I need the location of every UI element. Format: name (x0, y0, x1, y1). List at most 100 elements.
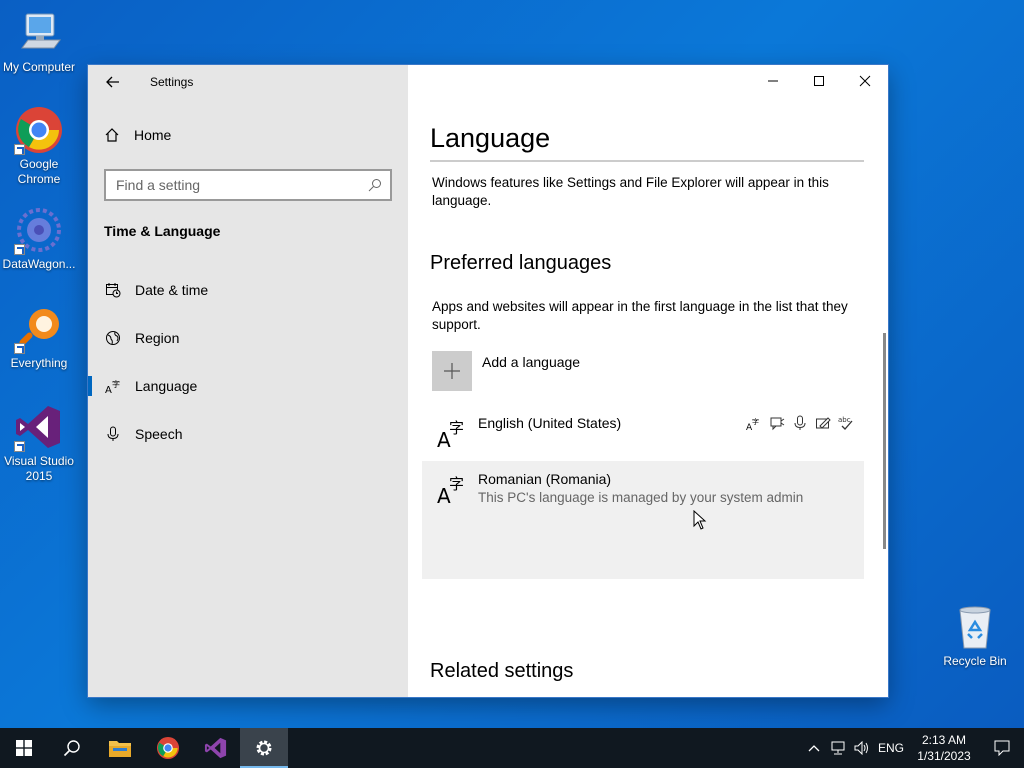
microphone-icon (107, 426, 119, 441)
shortcut-arrow-icon (14, 343, 25, 354)
handwriting-icon (815, 415, 831, 431)
preferred-languages-heading: Preferred languages (430, 252, 612, 274)
volume-button[interactable] (850, 728, 874, 768)
language-managed-note: This PC's language is managed by your sy… (478, 490, 804, 505)
nav-item-region[interactable]: Region (88, 320, 408, 356)
nav-item-label: Date & time (135, 282, 209, 298)
desktop-icon-label: Recycle Bin (943, 654, 1007, 668)
svg-text:字: 字 (752, 417, 759, 426)
language-row-english[interactable]: A 字 English (United States) A字 abc (422, 405, 864, 461)
mouse-cursor-icon (693, 510, 707, 530)
svg-text:字: 字 (449, 475, 464, 493)
desktop-icon-label: DataWagon... (2, 257, 76, 271)
add-language-label: Add a language (482, 354, 581, 370)
search-input[interactable]: Find a setting (104, 169, 392, 201)
clock[interactable]: 2:13 AM 1/31/2023 (908, 732, 980, 764)
network-button[interactable] (826, 728, 850, 768)
nav-item-label: Region (135, 330, 180, 346)
nav-home-label: Home (134, 127, 172, 143)
calendar-clock-icon (106, 283, 121, 298)
desktop-icon-datawagon[interactable]: DataWagon... (0, 205, 78, 272)
close-button[interactable] (842, 65, 888, 97)
home-icon (105, 128, 119, 142)
app-title: Settings (150, 75, 194, 89)
notification-icon (994, 740, 1010, 756)
volume-icon (854, 741, 868, 755)
desktop-icon-label: Google Chrome (17, 157, 61, 186)
shortcut-arrow-icon (14, 244, 25, 255)
input-language-indicator[interactable]: ENG (874, 728, 908, 768)
nav-item-language[interactable]: A 字 Language (88, 368, 408, 404)
search-placeholder: Find a setting (116, 177, 201, 193)
clock-date: 1/31/2023 (917, 749, 971, 763)
minimize-button[interactable] (750, 65, 796, 97)
plus-icon (432, 351, 472, 391)
taskbar-settings[interactable] (240, 728, 288, 768)
visual-studio-icon (14, 402, 64, 452)
desktop-icon-visual-studio[interactable]: Visual Studio 2015 (0, 402, 78, 484)
language-icon: A 字 (105, 379, 120, 394)
chrome-icon (14, 105, 64, 155)
nav-item-date-time[interactable]: Date & time (88, 272, 408, 308)
globe-icon (106, 331, 120, 345)
clock-time: 2:13 AM (921, 733, 967, 747)
recycle-bin-icon (950, 602, 1000, 652)
computer-icon (14, 8, 64, 58)
magnifier-search-icon (14, 304, 64, 354)
desktop-icon-label: My Computer (2, 60, 76, 74)
desktop-icon-label: Everything (10, 356, 68, 370)
settings-gear-icon (256, 740, 272, 756)
taskbar-search-button[interactable] (48, 728, 96, 768)
taskbar: ENG 2:13 AM 1/31/2023 (0, 728, 1024, 768)
shortcut-arrow-icon (14, 441, 25, 452)
svg-text:A: A (105, 385, 112, 394)
search-icon (368, 179, 381, 192)
svg-text:字: 字 (449, 419, 464, 437)
taskbar-file-explorer[interactable] (96, 728, 144, 768)
spell-check-icon: abc (838, 415, 854, 431)
nav-home[interactable]: Home (104, 127, 171, 143)
related-settings-heading: Related settings (430, 660, 574, 682)
language-feature-icons: A字 abc (746, 415, 854, 433)
start-button[interactable] (0, 728, 48, 768)
desktop-icon-recycle-bin[interactable]: Recycle Bin (936, 602, 1014, 669)
settings-nav-pane: Settings Home Find a setting Time & Lang… (88, 65, 408, 697)
title-divider (430, 160, 864, 162)
network-icon (831, 741, 845, 755)
action-center-button[interactable] (980, 728, 1024, 768)
file-explorer-icon (109, 741, 131, 757)
language-intro-text: Windows features like Settings and File … (432, 175, 829, 208)
language-row-romanian[interactable]: A 字 Romanian (Romania) This PC's languag… (422, 461, 864, 579)
language-glyph-icon: A 字 (437, 419, 464, 449)
text-to-speech-icon (769, 415, 785, 431)
back-button[interactable] (104, 73, 122, 91)
settings-window: Settings Home Find a setting Time & Lang… (88, 65, 888, 697)
speech-icon (792, 415, 808, 431)
maximize-button[interactable] (796, 65, 842, 97)
windows-start-icon (16, 740, 32, 756)
chevron-up-icon (808, 745, 820, 752)
language-name: Romanian (Romania) (478, 471, 612, 487)
minimize-icon (768, 80, 778, 82)
nav-item-label: Language (135, 378, 198, 394)
desktop-icon-google-chrome[interactable]: Google Chrome (0, 105, 78, 187)
add-language-button[interactable]: Add a language (432, 351, 580, 391)
taskbar-chrome[interactable] (144, 728, 192, 768)
desktop-icon-everything[interactable]: Everything (0, 304, 78, 371)
search-icon (63, 740, 80, 757)
scrollbar[interactable] (883, 333, 886, 549)
datawagon-icon (14, 205, 64, 255)
system-tray: ENG 2:13 AM 1/31/2023 (802, 728, 1024, 768)
back-arrow-icon (106, 76, 119, 88)
nav-section-title: Time & Language (104, 223, 221, 239)
nav-item-speech[interactable]: Speech (88, 416, 408, 452)
desktop-icon-my-computer[interactable]: My Computer (0, 8, 78, 75)
chrome-icon (156, 736, 180, 760)
taskbar-visual-studio[interactable] (192, 728, 240, 768)
page-title: Language (430, 123, 551, 153)
visual-studio-icon (204, 737, 227, 759)
settings-content-pane: Language Windows features like Settings … (408, 65, 888, 697)
show-hidden-icons-button[interactable] (802, 728, 826, 768)
svg-text:字: 字 (112, 379, 120, 389)
maximize-icon (814, 76, 824, 86)
